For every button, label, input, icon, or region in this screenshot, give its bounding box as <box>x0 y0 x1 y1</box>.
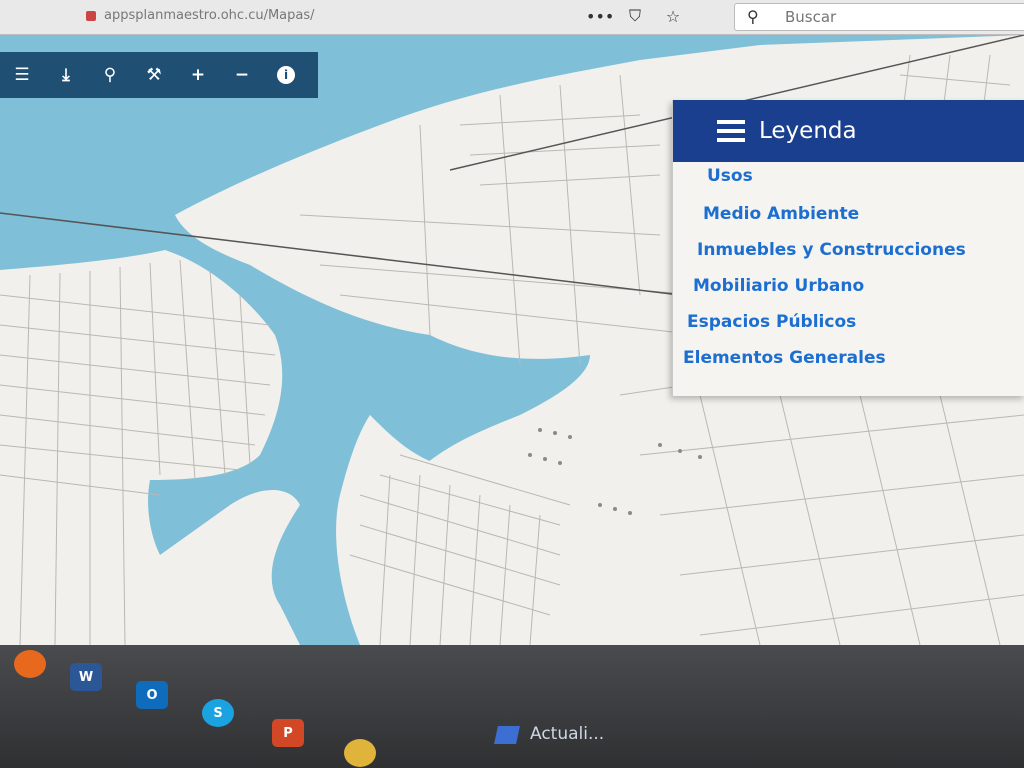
list-icon: ☰ <box>14 65 30 85</box>
browser-toolbar: appsplanmaestro.ohc.cu/Mapas/ ••• ⛉ ☆ ⚲ <box>0 0 1024 35</box>
notification-text: Actuali... <box>530 724 605 744</box>
tools-button[interactable]: ⚒ <box>132 52 176 98</box>
powerpoint-icon[interactable]: P <box>272 719 304 747</box>
flag-icon <box>494 726 520 744</box>
url-text: appsplanmaestro.ohc.cu/Mapas/ <box>104 8 315 23</box>
legend-item-usos[interactable]: Usos <box>707 166 753 186</box>
star-icon[interactable]: ☆ <box>662 7 684 26</box>
list-icon <box>717 120 745 142</box>
search-button[interactable]: ⚲ <box>88 52 132 98</box>
wrench-icon: ⚒ <box>146 65 162 85</box>
info-button[interactable]: i <box>264 52 308 98</box>
pocket-icon[interactable]: ⛉ <box>624 6 646 26</box>
ellipsis-icon[interactable]: ••• <box>586 7 614 26</box>
site-info-icon[interactable] <box>86 10 96 21</box>
legend-panel: Leyenda Usos Medio Ambiente Inmuebles y … <box>672 100 1024 396</box>
download-button[interactable]: ⤓ <box>44 52 88 98</box>
skype-icon[interactable]: S <box>202 699 234 727</box>
legend-item-inmuebles[interactable]: Inmuebles y Construcciones <box>697 240 966 260</box>
info-icon: i <box>277 66 295 84</box>
legend-title: Leyenda <box>759 118 857 144</box>
zoom-in-button[interactable]: + <box>176 52 220 98</box>
legend-item-elementos[interactable]: Elementos Generales <box>683 348 886 368</box>
legend-header: Leyenda <box>673 100 1024 162</box>
plus-icon: + <box>190 65 206 85</box>
legend-item-mobiliario[interactable]: Mobiliario Urbano <box>693 276 864 296</box>
browser-search-input[interactable] <box>783 6 1017 28</box>
firefox-icon[interactable] <box>14 650 46 678</box>
word-icon[interactable]: W <box>70 663 102 691</box>
download-icon: ⤓ <box>62 65 70 85</box>
search-icon: ⚲ <box>747 7 759 26</box>
chrome-icon[interactable] <box>344 739 376 767</box>
map-toolbar: ☰ ⤓ ⚲ ⚒ + − i <box>0 52 318 98</box>
outlook-icon[interactable]: O <box>136 681 168 709</box>
legend-item-medio-ambiente[interactable]: Medio Ambiente <box>703 204 859 224</box>
url-actions: ••• ⛉ ☆ <box>586 4 684 28</box>
notification-area[interactable]: Actuali... <box>490 720 610 768</box>
layers-button[interactable]: ☰ <box>0 52 44 98</box>
search-icon: ⚲ <box>103 65 117 85</box>
browser-search-box[interactable]: ⚲ <box>734 3 1024 31</box>
minus-icon: − <box>234 65 250 85</box>
zoom-out-button[interactable]: − <box>220 52 264 98</box>
legend-item-espacios[interactable]: Espacios Públicos <box>687 312 856 332</box>
